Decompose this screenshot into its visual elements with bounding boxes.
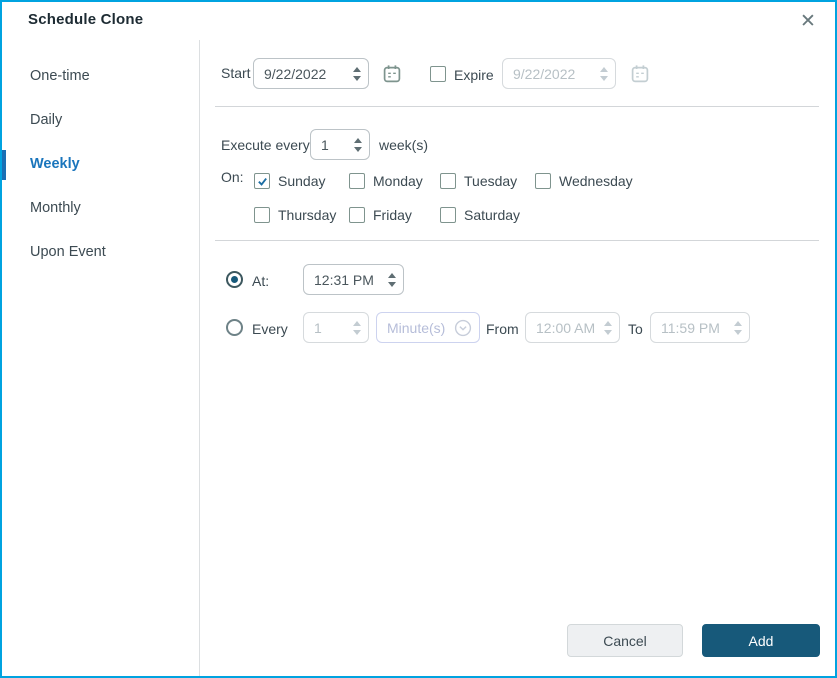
every-interval-spinner	[353, 320, 361, 335]
week-interval-spinner[interactable]	[354, 137, 362, 152]
expire-calendar-icon	[630, 64, 650, 84]
weeks-unit-label: week(s)	[379, 137, 429, 153]
every-radio[interactable]	[226, 319, 243, 336]
from-time-spinner	[604, 320, 612, 335]
day-checkbox-tuesday[interactable]: Tuesday	[440, 172, 517, 190]
at-label: At:	[252, 273, 270, 289]
day-checkbox-sunday[interactable]: Sunday	[254, 172, 325, 190]
to-time-field	[650, 312, 750, 343]
every-unit-select	[376, 312, 480, 343]
expire-date-field	[502, 58, 616, 89]
start-date-spinner[interactable]	[353, 66, 361, 81]
to-time-input	[661, 319, 728, 336]
day-checkbox-wednesday[interactable]: Wednesday	[535, 172, 633, 190]
every-interval-input	[314, 319, 347, 336]
checkbox-checked-icon	[254, 173, 270, 189]
start-label: Start	[221, 65, 251, 81]
day-checkbox-saturday[interactable]: Saturday	[440, 206, 520, 224]
start-calendar-icon[interactable]	[382, 64, 402, 84]
day-checkbox-thursday[interactable]: Thursday	[254, 206, 336, 224]
at-time-field[interactable]	[303, 264, 404, 295]
from-time-field	[525, 312, 620, 343]
day-checkbox-friday[interactable]: Friday	[349, 206, 412, 224]
week-interval-input[interactable]	[321, 136, 348, 153]
every-interval-field	[303, 312, 369, 343]
at-radio[interactable]	[226, 271, 243, 288]
selected-item-accent-bar	[2, 150, 6, 180]
expire-checkbox[interactable]	[430, 66, 446, 82]
sidebar-item-weekly[interactable]: Weekly	[30, 156, 180, 178]
day-checkbox-monday[interactable]: Monday	[349, 172, 423, 190]
on-label: On:	[221, 169, 244, 185]
every-label: Every	[252, 321, 288, 337]
at-time-spinner[interactable]	[388, 272, 396, 287]
add-button[interactable]: Add	[702, 624, 820, 657]
from-time-input	[536, 319, 598, 336]
expire-date-input	[513, 65, 594, 82]
expire-date-spinner	[600, 66, 608, 81]
chevron-down-circle-icon	[454, 319, 472, 337]
start-date-field[interactable]	[253, 58, 369, 89]
expire-label: Expire	[454, 67, 494, 83]
close-icon[interactable]: ✕	[795, 8, 821, 34]
to-label: To	[628, 321, 643, 337]
execute-every-label: Execute every	[221, 137, 310, 153]
divider-middle	[215, 240, 819, 241]
cancel-button[interactable]: Cancel	[567, 624, 683, 657]
sidebar-item-one-time[interactable]: One-time	[30, 68, 180, 90]
from-label: From	[486, 321, 519, 337]
sidebar-item-upon-event[interactable]: Upon Event	[30, 244, 180, 266]
sidebar-item-daily[interactable]: Daily	[30, 112, 180, 134]
to-time-spinner	[734, 320, 742, 335]
divider-top	[215, 106, 819, 107]
every-unit-value	[387, 319, 454, 336]
dialog-title: Schedule Clone	[28, 11, 144, 28]
start-date-input[interactable]	[264, 65, 347, 82]
schedule-clone-dialog: Schedule Clone ✕ One-time Daily Weekly M…	[0, 0, 837, 678]
sidebar-item-monthly[interactable]: Monthly	[30, 200, 180, 222]
at-time-input[interactable]	[314, 271, 382, 288]
sidebar-divider	[199, 40, 200, 676]
week-interval-field[interactable]	[310, 129, 370, 160]
